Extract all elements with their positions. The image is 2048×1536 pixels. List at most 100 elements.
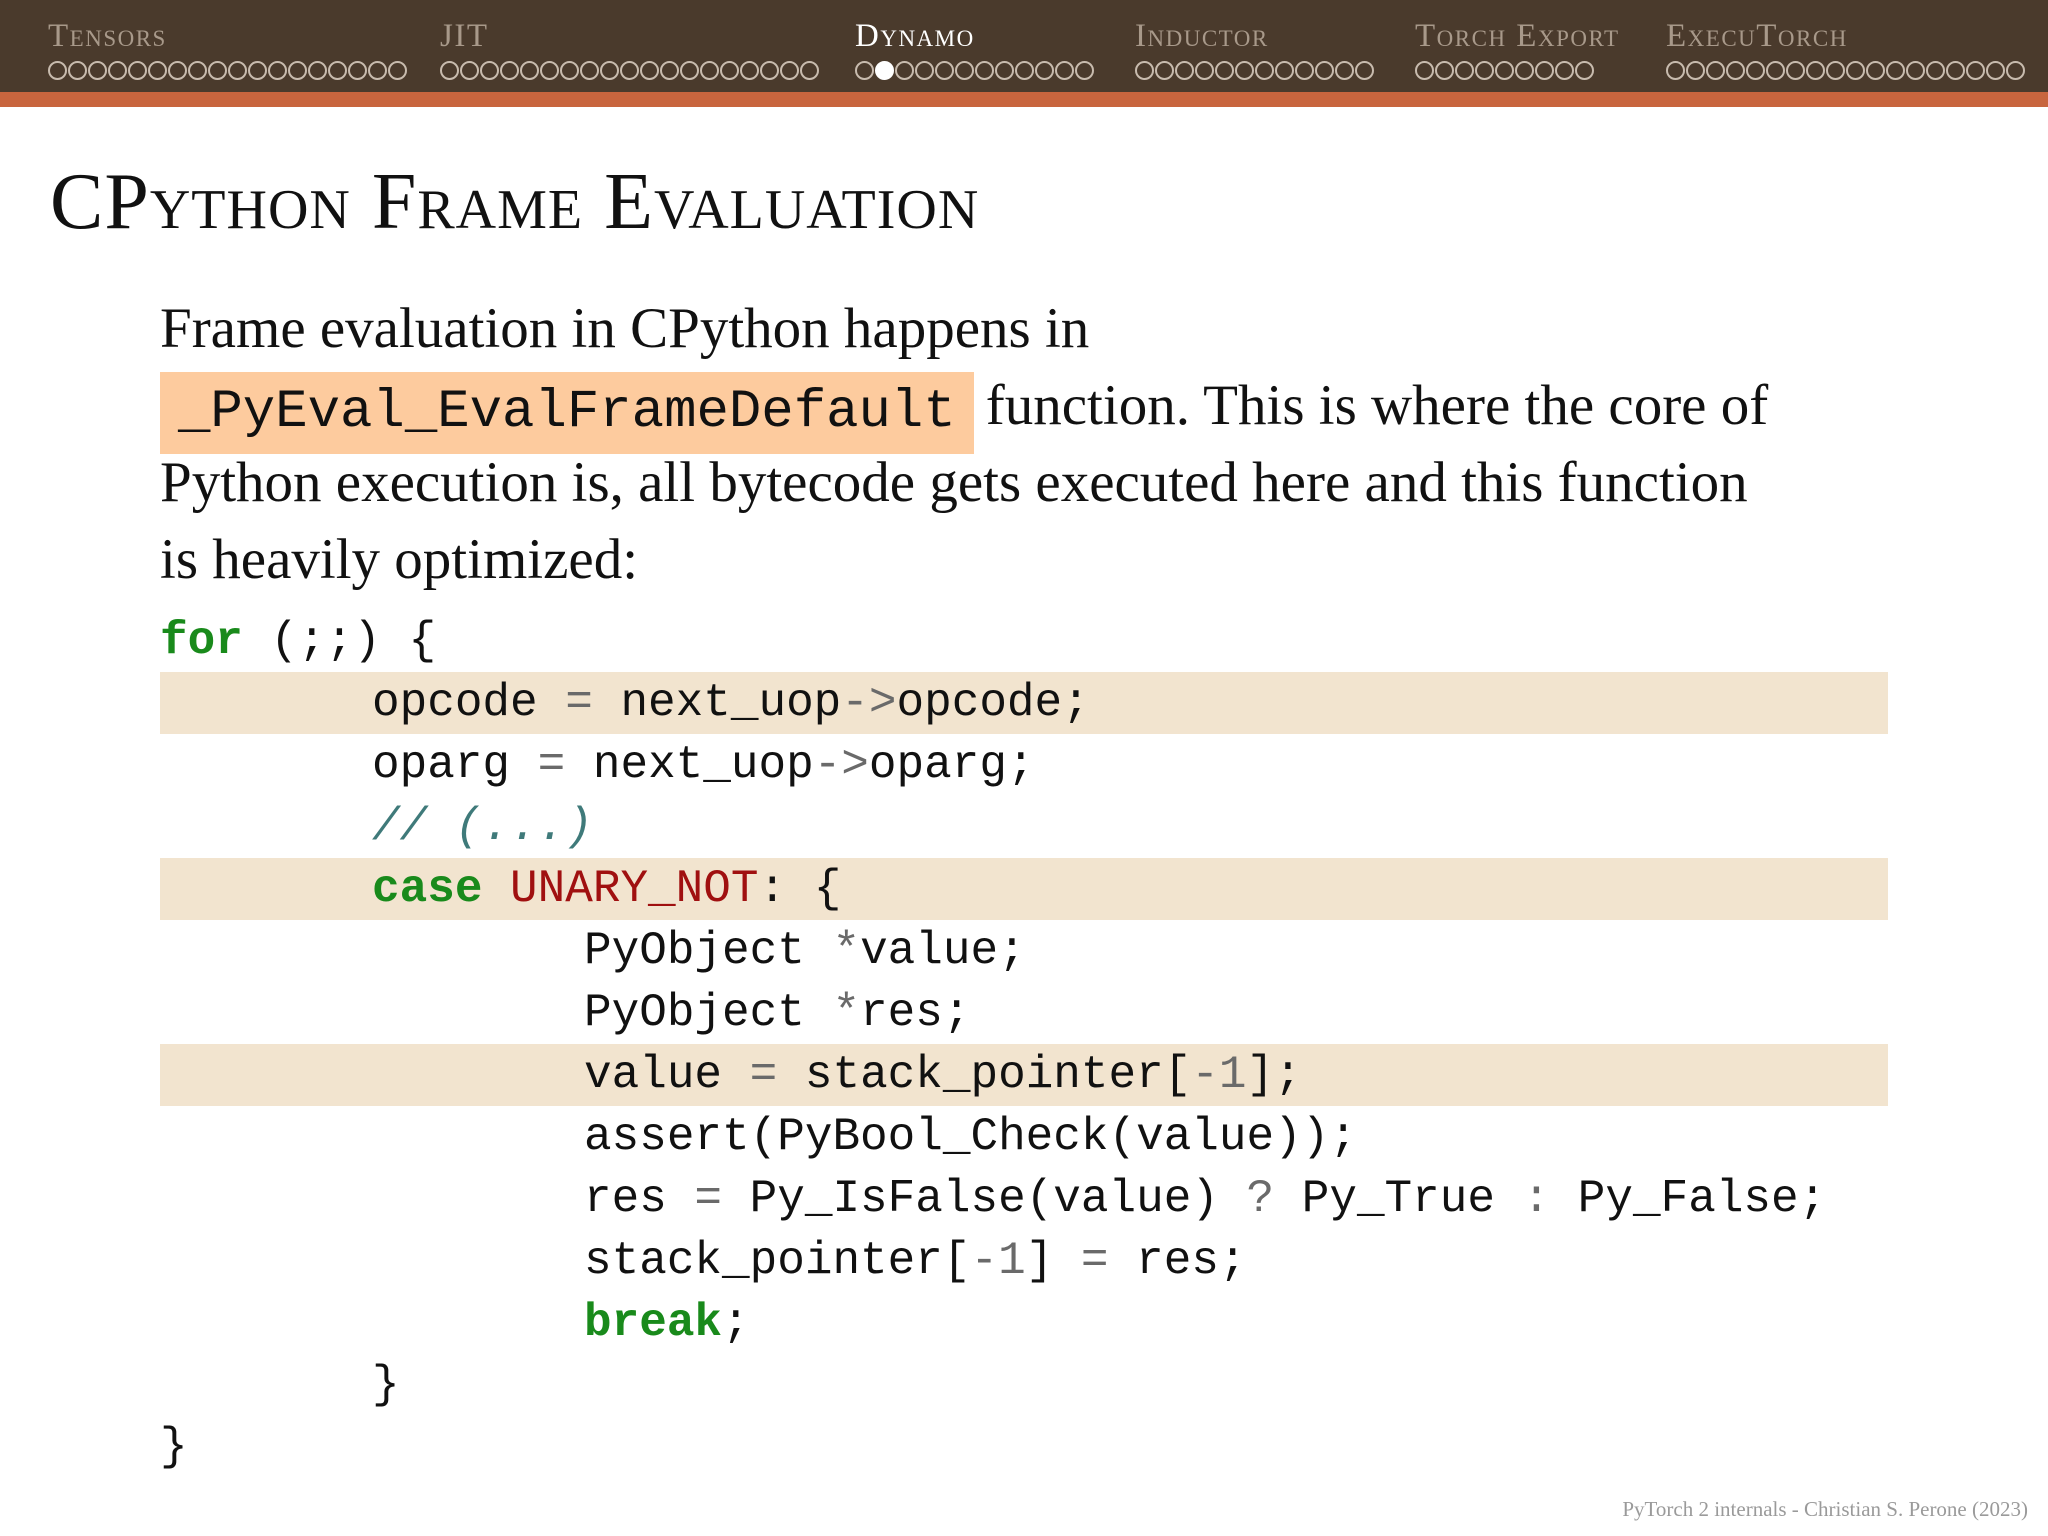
- nav-dot[interactable]: [1846, 60, 1865, 80]
- nav-dot[interactable]: [1275, 60, 1294, 80]
- nav-dot[interactable]: [308, 60, 327, 80]
- nav-dot[interactable]: [600, 60, 619, 80]
- nav-dot[interactable]: [1055, 60, 1074, 80]
- nav-dot[interactable]: [800, 60, 819, 80]
- nav-progress-dots[interactable]: [48, 59, 408, 81]
- nav-dot[interactable]: [500, 60, 519, 80]
- nav-section-executorch[interactable]: ExecuTorch: [1666, 20, 2026, 81]
- nav-section-title[interactable]: Inductor: [1135, 20, 1375, 53]
- nav-dot[interactable]: [2006, 60, 2025, 80]
- nav-dot[interactable]: [1786, 60, 1805, 80]
- nav-dot[interactable]: [148, 60, 167, 80]
- nav-dot[interactable]: [268, 60, 287, 80]
- nav-progress-dots[interactable]: [440, 59, 820, 81]
- nav-dot[interactable]: [248, 60, 267, 80]
- nav-progress-dots[interactable]: [855, 59, 1095, 81]
- nav-dot[interactable]: [228, 60, 247, 80]
- nav-dot[interactable]: [1155, 60, 1174, 80]
- nav-dot[interactable]: [1726, 60, 1745, 80]
- nav-section-dynamo[interactable]: Dynamo: [855, 20, 1095, 81]
- nav-dot[interactable]: [700, 60, 719, 80]
- nav-dot[interactable]: [995, 60, 1014, 80]
- nav-dot[interactable]: [1435, 60, 1454, 80]
- nav-dot[interactable]: [660, 60, 679, 80]
- nav-dot[interactable]: [128, 60, 147, 80]
- nav-dot[interactable]: [780, 60, 799, 80]
- nav-dot[interactable]: [1746, 60, 1765, 80]
- nav-dot[interactable]: [1475, 60, 1494, 80]
- nav-dot[interactable]: [188, 60, 207, 80]
- nav-dot[interactable]: [895, 60, 914, 80]
- nav-dot[interactable]: [1575, 60, 1594, 80]
- nav-section-tensors[interactable]: Tensors: [48, 20, 408, 81]
- nav-dot[interactable]: [108, 60, 127, 80]
- nav-dot[interactable]: [855, 60, 874, 80]
- nav-dot[interactable]: [1195, 60, 1214, 80]
- nav-dot[interactable]: [1515, 60, 1534, 80]
- nav-dot[interactable]: [480, 60, 499, 80]
- nav-dot[interactable]: [440, 60, 459, 80]
- nav-dot[interactable]: [740, 60, 759, 80]
- nav-dot[interactable]: [1826, 60, 1845, 80]
- nav-dot[interactable]: [640, 60, 659, 80]
- nav-dot[interactable]: [388, 60, 407, 80]
- nav-dot[interactable]: [955, 60, 974, 80]
- nav-dot[interactable]: [208, 60, 227, 80]
- nav-dot[interactable]: [1255, 60, 1274, 80]
- nav-dot[interactable]: [680, 60, 699, 80]
- nav-dot[interactable]: [88, 60, 107, 80]
- nav-dot[interactable]: [1035, 60, 1054, 80]
- nav-dot[interactable]: [915, 60, 934, 80]
- nav-dot[interactable]: [1666, 60, 1685, 80]
- nav-dot[interactable]: [1906, 60, 1925, 80]
- nav-section-title[interactable]: ExecuTorch: [1666, 20, 2026, 53]
- nav-dot[interactable]: [620, 60, 639, 80]
- nav-dot[interactable]: [580, 60, 599, 80]
- nav-section-title[interactable]: Torch Export: [1415, 20, 1620, 53]
- nav-section-title[interactable]: JIT: [440, 20, 820, 53]
- nav-section-torch-export[interactable]: Torch Export: [1415, 20, 1620, 81]
- nav-dot[interactable]: [975, 60, 994, 80]
- nav-dot[interactable]: [1535, 60, 1554, 80]
- nav-dot[interactable]: [1966, 60, 1985, 80]
- nav-dot[interactable]: [1415, 60, 1434, 80]
- nav-dot[interactable]: [288, 60, 307, 80]
- nav-progress-dots[interactable]: [1415, 59, 1620, 81]
- nav-dot[interactable]: [1175, 60, 1194, 80]
- nav-dot[interactable]: [1886, 60, 1905, 80]
- nav-dot[interactable]: [720, 60, 739, 80]
- nav-section-jit[interactable]: JIT: [440, 20, 820, 81]
- nav-dot[interactable]: [1766, 60, 1785, 80]
- nav-dot[interactable]: [540, 60, 559, 80]
- nav-dot[interactable]: [1806, 60, 1825, 80]
- nav-dot[interactable]: [1135, 60, 1154, 80]
- nav-dot[interactable]: [48, 60, 67, 80]
- nav-dot[interactable]: [328, 60, 347, 80]
- nav-dot[interactable]: [460, 60, 479, 80]
- nav-dot[interactable]: [1015, 60, 1034, 80]
- nav-dot[interactable]: [1455, 60, 1474, 80]
- nav-dot[interactable]: [1926, 60, 1945, 80]
- nav-section-title[interactable]: Tensors: [48, 20, 408, 53]
- nav-dot[interactable]: [1295, 60, 1314, 80]
- nav-section-title-current[interactable]: Dynamo: [855, 20, 1095, 53]
- nav-dot[interactable]: [1946, 60, 1965, 80]
- nav-dot[interactable]: [935, 60, 954, 80]
- nav-dot[interactable]: [1235, 60, 1254, 80]
- nav-dot[interactable]: [1075, 60, 1094, 80]
- nav-dot[interactable]: [1215, 60, 1234, 80]
- nav-dot-current[interactable]: [875, 60, 894, 80]
- nav-dot[interactable]: [1866, 60, 1885, 80]
- nav-dot[interactable]: [1335, 60, 1354, 80]
- nav-dot[interactable]: [68, 60, 87, 80]
- nav-dot[interactable]: [1315, 60, 1334, 80]
- nav-dot[interactable]: [368, 60, 387, 80]
- nav-dot[interactable]: [1495, 60, 1514, 80]
- nav-dot[interactable]: [1986, 60, 2005, 80]
- nav-dot[interactable]: [1706, 60, 1725, 80]
- nav-dot[interactable]: [1686, 60, 1705, 80]
- nav-dot[interactable]: [1555, 60, 1574, 80]
- nav-dot[interactable]: [560, 60, 579, 80]
- nav-dot[interactable]: [348, 60, 367, 80]
- nav-dot[interactable]: [760, 60, 779, 80]
